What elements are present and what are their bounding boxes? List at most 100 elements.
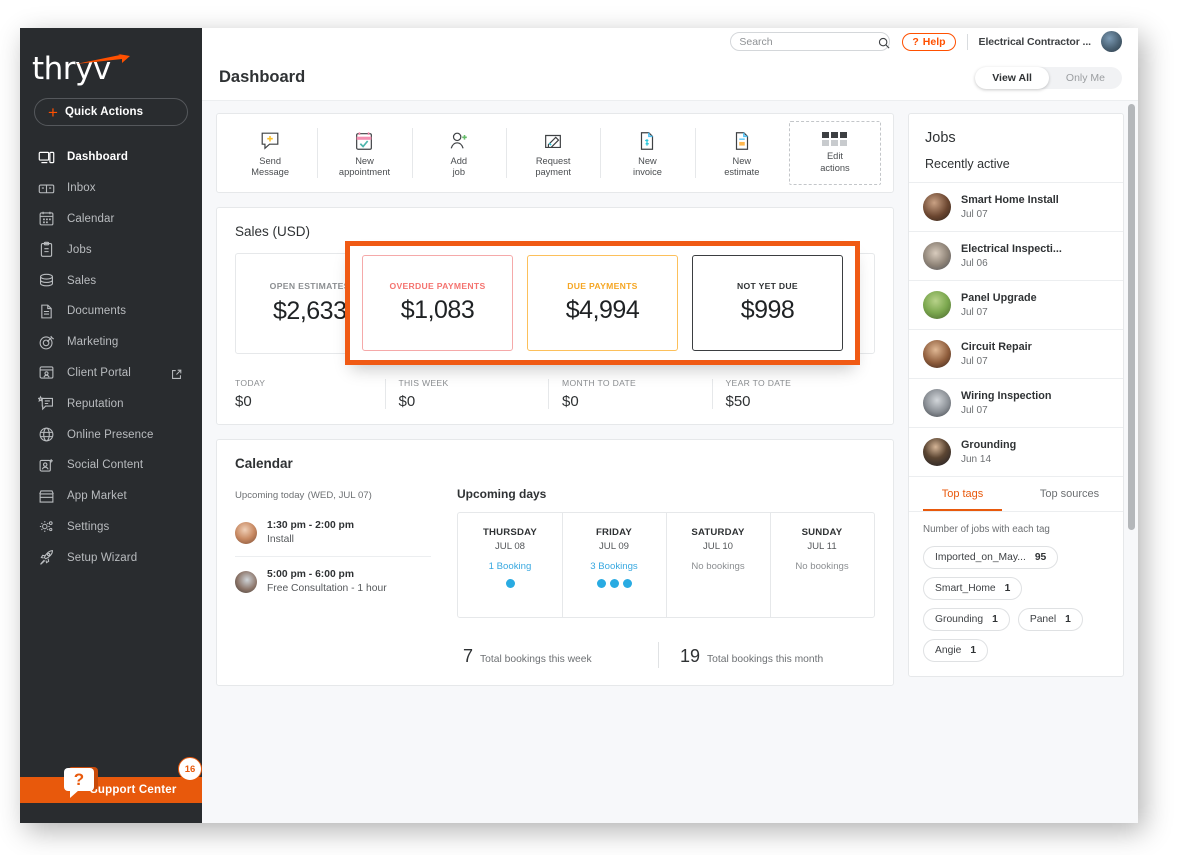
payments-highlight-overlay: OVERDUE PAYMENTS $1,083 DUE PAYMENTS $4,…	[345, 241, 860, 365]
stat-label: NOT YET DUE	[737, 281, 798, 291]
tag-chip[interactable]: Panel 1	[1017, 608, 1083, 631]
sidebar-item-inbox[interactable]: Inbox	[20, 173, 202, 204]
message-plus-icon	[259, 128, 281, 154]
tag-chip[interactable]: Imported_on_May... 95	[923, 546, 1059, 569]
sidebar-item-setup-wizard[interactable]: Setup Wizard	[20, 542, 202, 573]
sidebar-item-settings[interactable]: Settings	[20, 512, 202, 543]
tag-chip[interactable]: Angie 1	[923, 639, 989, 662]
quick-action-new-estimate[interactable]: New estimate	[694, 122, 789, 184]
jobs-tabs: Top tags Top sources	[909, 476, 1123, 511]
sidebar-item-dashboard[interactable]: Dashboard	[20, 142, 202, 173]
tab-top-sources[interactable]: Top sources	[1016, 477, 1123, 511]
quick-action-new-invoice[interactable]: New invoice	[600, 122, 694, 184]
period-year-to-date: YEAR TO DATE $50	[711, 378, 876, 410]
stat-overdue-payments[interactable]: OVERDUE PAYMENTS $1,083	[362, 255, 513, 351]
account-name[interactable]: Electrical Contractor ...	[979, 36, 1092, 48]
sidebar-item-client-portal[interactable]: Client Portal	[20, 358, 202, 389]
page-header: Dashboard View All Only Me	[202, 55, 1138, 101]
sidebar-item-social-content[interactable]: Social Content	[20, 450, 202, 481]
grid-dots-icon	[822, 132, 848, 146]
only-me-button[interactable]: Only Me	[1049, 67, 1122, 89]
left-column: Send Message New appointment Add job Req…	[216, 113, 894, 813]
job-list-item[interactable]: Panel Upgrade Jul 07	[909, 280, 1123, 329]
tag-chip[interactable]: Grounding 1	[923, 608, 1010, 631]
application-window: thryv + Quick Actions Dashboard Inbox Ca…	[20, 28, 1138, 823]
quick-action-strip: Send Message New appointment Add job Req…	[216, 113, 894, 193]
upcoming-today-column: Upcoming today (WED, JUL 07) 1:30 pm - 2…	[235, 487, 431, 667]
svg-text:?: ?	[74, 770, 84, 789]
upcoming-today-label: Upcoming today	[235, 490, 305, 501]
jobs-subtitle: Recently active	[925, 157, 1010, 171]
sidebar-item-documents[interactable]: Documents	[20, 296, 202, 327]
day-date: JUL 11	[807, 541, 837, 552]
day-cell[interactable]: THURSDAY JUL 08 1 Booking	[458, 513, 562, 617]
period-this-week: THIS WEEK $0	[384, 378, 549, 410]
sidebar-item-jobs[interactable]: Jobs	[20, 234, 202, 265]
avatar	[923, 389, 951, 417]
quick-action-request-payment[interactable]: Request payment	[505, 122, 600, 184]
job-list-item[interactable]: Electrical Inspecti... Jul 06	[909, 231, 1123, 280]
plus-icon: +	[48, 102, 58, 122]
day-bookings-text[interactable]: 1 Booking	[489, 561, 532, 572]
stat-label: OPEN ESTIMATES	[269, 281, 350, 291]
job-date: Jul 07	[961, 208, 988, 220]
tag-label: Imported_on_May...	[935, 552, 1026, 563]
avatar[interactable]	[1101, 31, 1122, 52]
stat-value: $2,633	[273, 297, 347, 325]
stat-value: $1,083	[400, 296, 475, 324]
thryv-logo: thryv	[32, 46, 202, 92]
sales-card: Sales (USD) OPEN ESTIMATES $2,633 TODAY …	[216, 207, 894, 425]
view-all-button[interactable]: View All	[975, 66, 1049, 89]
jobs-title: Jobs	[925, 130, 956, 146]
avatar	[923, 438, 951, 466]
support-center-bar[interactable]: ? Support Center 16	[20, 757, 202, 803]
tab-top-tags[interactable]: Top tags	[909, 477, 1016, 511]
day-cell[interactable]: SUNDAY JUL 11 No bookings	[770, 513, 874, 617]
stat-not-yet-due[interactable]: NOT YET DUE $998	[692, 255, 843, 351]
support-badge: 16	[178, 757, 202, 781]
day-cell[interactable]: FRIDAY JUL 09 3 Bookings	[562, 513, 666, 617]
tag-count: 95	[1034, 552, 1047, 563]
sidebar-item-calendar[interactable]: Calendar	[20, 204, 202, 235]
search-box[interactable]	[730, 32, 891, 51]
quick-action-add-job[interactable]: Add job	[411, 122, 506, 184]
request-payment-icon	[542, 128, 564, 154]
day-cell[interactable]: SATURDAY JUL 10 No bookings	[666, 513, 770, 617]
clipboard-icon	[38, 241, 55, 258]
total-number: 7	[463, 646, 474, 666]
avatar	[235, 522, 257, 544]
help-label: Help	[922, 35, 946, 48]
job-list-item[interactable]: Wiring Inspection Jul 07	[909, 378, 1123, 427]
sidebar-item-label: Dashboard	[67, 151, 128, 164]
sidebar-item-label: Reputation	[67, 397, 124, 410]
day-bookings-text[interactable]: 3 Bookings	[590, 561, 637, 572]
job-list-item[interactable]: Grounding Jun 14	[909, 427, 1123, 476]
appointment-item[interactable]: 1:30 pm - 2:00 pm Install	[235, 512, 431, 556]
stat-due-payments[interactable]: DUE PAYMENTS $4,994	[527, 255, 678, 351]
sidebar-item-app-market[interactable]: App Market	[20, 481, 202, 512]
help-button[interactable]: ? Help	[902, 32, 956, 51]
quick-action-new-appointment[interactable]: New appointment	[317, 122, 411, 184]
quick-actions-button[interactable]: + Quick Actions	[34, 98, 188, 126]
appointment-item[interactable]: 5:00 pm - 6:00 pm Free Consultation - 1 …	[235, 556, 431, 605]
appointment-desc: Install	[267, 534, 294, 545]
quick-action-send-message[interactable]: Send Message	[223, 122, 317, 184]
sidebar-item-label: Setup Wizard	[67, 551, 138, 564]
job-date: Jul 07	[961, 306, 988, 318]
tags-panel: Number of jobs with each tag Imported_on…	[909, 511, 1123, 676]
sales-title: Sales (USD)	[235, 224, 875, 239]
sidebar-item-reputation[interactable]: Reputation	[20, 388, 202, 419]
calendar-card: Calendar Upcoming today (WED, JUL 07) 1:…	[216, 439, 894, 686]
job-date: Jul 07	[961, 355, 988, 367]
job-list-item[interactable]: Circuit Repair Jul 07	[909, 329, 1123, 378]
sidebar-item-online-presence[interactable]: Online Presence	[20, 419, 202, 450]
tag-chip[interactable]: Smart_Home 1	[923, 577, 1023, 600]
sidebar-item-sales[interactable]: Sales	[20, 265, 202, 296]
sidebar-item-marketing[interactable]: Marketing	[20, 327, 202, 358]
vertical-scrollbar[interactable]	[1128, 104, 1135, 530]
job-list-item[interactable]: Smart Home Install Jul 07	[909, 182, 1123, 231]
day-date: JUL 10	[702, 541, 734, 552]
edit-actions-button[interactable]: Edit actions	[788, 121, 881, 185]
search-icon[interactable]	[878, 36, 890, 49]
search-input[interactable]	[739, 35, 875, 48]
